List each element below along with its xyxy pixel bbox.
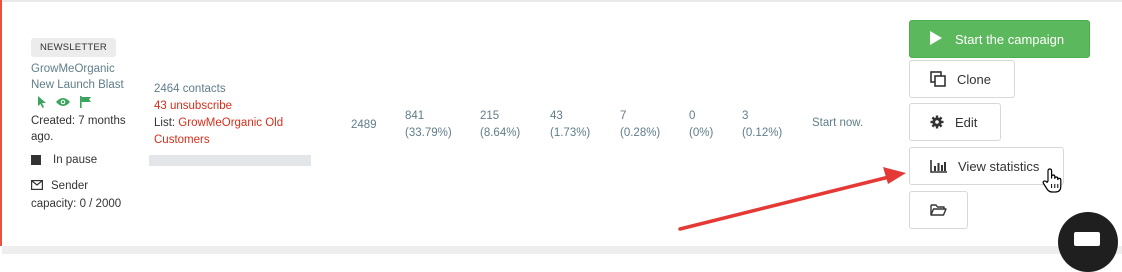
chat-icon	[1074, 232, 1100, 246]
annotation-arrow	[678, 167, 906, 231]
